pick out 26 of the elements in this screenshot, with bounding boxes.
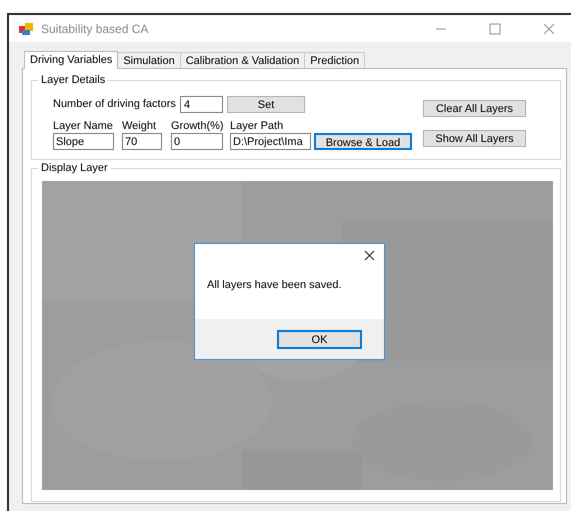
field-label: Layer Name [53,120,114,133]
ok-button[interactable]: OK [277,330,362,348]
show-all-layers-button[interactable]: Show All Layers [423,130,526,147]
tab[interactable]: Driving Variables [24,51,118,69]
set-button[interactable]: Set [227,96,305,113]
maximize-icon[interactable] [489,22,501,34]
field-label: Layer Path [230,120,284,133]
field-label: Weight [122,120,158,133]
field-label: Growth(%) [171,120,223,133]
close-icon[interactable] [364,250,375,261]
field-label: Number of driving factors [53,97,177,112]
factors-field[interactable]: 4 [180,96,223,113]
text-field[interactable]: D:\Project\Ima [230,133,311,150]
dialog-message: All layers have been saved. [207,279,342,291]
clear-all-layers-button[interactable]: Clear All Layers [423,100,526,117]
app-icon [19,22,33,34]
text-field[interactable]: Slope [53,133,114,150]
tab[interactable]: Simulation [118,52,181,68]
text-field[interactable]: 0 [171,133,223,150]
browse-load-button[interactable]: Browse & Load [314,133,412,150]
group-title: Layer Details [38,73,108,87]
tab[interactable]: Prediction [305,52,366,68]
group-title: Display Layer [38,161,111,175]
text-field[interactable]: 70 [122,133,162,150]
window-title: Suitability based CA [41,20,150,38]
tab[interactable]: Calibration & Validation [180,52,306,68]
